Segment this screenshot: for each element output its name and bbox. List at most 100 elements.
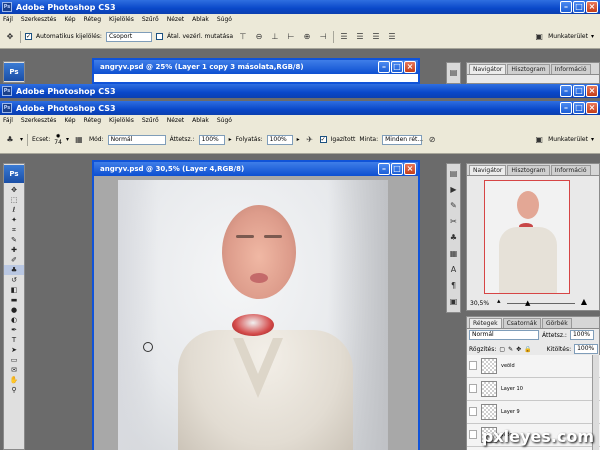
tool-presets-icon[interactable]: ✂ bbox=[447, 215, 460, 228]
tab-histogram[interactable]: Hisztogram bbox=[507, 64, 550, 74]
menu-edit[interactable]: Szerkesztés bbox=[21, 117, 57, 124]
healing-brush-icon[interactable]: ✚ bbox=[4, 245, 24, 255]
menu-layer[interactable]: Réteg bbox=[84, 117, 101, 124]
menu-select[interactable]: Kijelölés bbox=[109, 117, 134, 124]
brush-tool-icon[interactable]: ✐ bbox=[4, 255, 24, 265]
menu-window[interactable]: Ablak bbox=[192, 117, 209, 124]
path-select-icon[interactable]: ➤ bbox=[4, 345, 24, 355]
zoom-thumb[interactable]: ▲ bbox=[525, 299, 530, 307]
sample-dropdown[interactable]: Minden rét... bbox=[382, 134, 423, 145]
menu-file[interactable]: Fájl bbox=[3, 117, 13, 124]
shape-tool-icon[interactable]: ▭ bbox=[4, 355, 24, 365]
eyedropper-icon[interactable]: ✎ bbox=[4, 235, 24, 245]
move-tool-icon[interactable]: ✥ bbox=[4, 185, 24, 195]
auto-select-checkbox[interactable]: ✓ bbox=[25, 33, 32, 40]
tab-channels[interactable]: Csatornák bbox=[502, 318, 541, 328]
zoom-track[interactable] bbox=[507, 303, 575, 304]
minimize-icon[interactable]: – bbox=[560, 102, 572, 114]
menu-edit[interactable]: Szerkesztés bbox=[21, 16, 57, 23]
workspace-switcher[interactable]: ▣ Munkaterület ▾ bbox=[533, 134, 594, 145]
airbrush-icon[interactable]: ✈ bbox=[304, 134, 316, 145]
swatches-panel-icon[interactable]: ▦ bbox=[447, 247, 460, 260]
align-left-icon[interactable]: ⊢ bbox=[285, 31, 297, 42]
clone-stamp-tool-icon[interactable]: ♣ bbox=[4, 134, 16, 145]
clone-stamp-icon[interactable]: ♣ bbox=[4, 265, 24, 275]
mode-dropdown[interactable]: Normál bbox=[107, 134, 166, 145]
document-canvas-image[interactable] bbox=[118, 180, 388, 450]
distribute-icon[interactable]: ☰ bbox=[354, 31, 366, 42]
align-middle-icon[interactable]: ⊖ bbox=[253, 31, 265, 42]
layer-row[interactable]: Layer 10 bbox=[467, 378, 600, 401]
paragraph-panel-icon[interactable]: ¶ bbox=[447, 279, 460, 292]
type-tool-icon[interactable]: T bbox=[4, 335, 24, 345]
notes-tool-icon[interactable]: ✉ bbox=[4, 365, 24, 375]
visibility-toggle[interactable] bbox=[469, 407, 477, 416]
minimize-icon[interactable]: – bbox=[560, 1, 572, 13]
back-title-bar[interactable]: Ps Adobe Photoshop CS3 – □ × bbox=[0, 0, 600, 14]
menu-image[interactable]: Kép bbox=[64, 117, 75, 124]
character-panel-icon[interactable]: A bbox=[447, 263, 460, 276]
back-workspace[interactable]: ▣ Munkaterület ▾ bbox=[533, 31, 594, 42]
zoom-tool-icon[interactable]: ⚲ bbox=[4, 385, 24, 395]
menu-help[interactable]: Súgó bbox=[217, 16, 232, 23]
chevron-right-icon[interactable]: ▸ bbox=[297, 136, 300, 143]
opacity-field[interactable]: 100% bbox=[198, 134, 225, 145]
history-panel-icon[interactable]: ▤ bbox=[447, 167, 460, 180]
menu-select[interactable]: Kijelölés bbox=[109, 16, 134, 23]
lasso-tool-icon[interactable]: ℓ bbox=[4, 205, 24, 215]
menu-layer[interactable]: Réteg bbox=[84, 16, 101, 23]
hand-tool-icon[interactable]: ✋ bbox=[4, 375, 24, 385]
align-center-icon[interactable]: ⊕ bbox=[301, 31, 313, 42]
minimize-icon[interactable]: – bbox=[378, 61, 390, 73]
zoom-slider[interactable]: ▴ ▲ ▲ bbox=[497, 297, 587, 307]
close-icon[interactable]: × bbox=[586, 1, 598, 13]
align-top-icon[interactable]: ⊤ bbox=[237, 31, 249, 42]
layer-row[interactable]: Layer 9 bbox=[467, 401, 600, 424]
maximize-icon[interactable]: □ bbox=[573, 102, 585, 114]
close-icon[interactable]: × bbox=[404, 163, 416, 175]
ignore-adjustments-icon[interactable]: ⊘ bbox=[426, 134, 438, 145]
app-title-bar[interactable]: Ps Adobe Photoshop CS3 – □ × bbox=[0, 101, 600, 115]
menu-window[interactable]: Ablak bbox=[192, 16, 209, 23]
distribute-icon[interactable]: ☰ bbox=[338, 31, 350, 42]
tab-navigator[interactable]: Navigátor bbox=[469, 165, 507, 175]
toggle-brushes-icon[interactable]: ▦ bbox=[73, 134, 85, 145]
tab-curves[interactable]: Görbék bbox=[541, 318, 572, 328]
magic-wand-icon[interactable]: ✦ bbox=[4, 215, 24, 225]
chevron-right-icon[interactable]: ▸ bbox=[229, 136, 232, 143]
lock-position-icon[interactable]: ✥ bbox=[516, 346, 521, 353]
history-brush-icon[interactable]: ↺ bbox=[4, 275, 24, 285]
zoom-in-icon[interactable]: ▲ bbox=[581, 297, 587, 306]
layer-row[interactable]: veöld bbox=[467, 355, 600, 378]
tab-navigator[interactable]: Navigátor bbox=[469, 64, 507, 74]
brushes-panel-icon[interactable]: ✎ bbox=[447, 199, 460, 212]
menu-filter[interactable]: Szűrő bbox=[142, 117, 159, 124]
tab-layers[interactable]: Rétegek bbox=[469, 318, 502, 328]
distribute-icon[interactable]: ☰ bbox=[386, 31, 398, 42]
minimize-icon[interactable]: – bbox=[378, 163, 390, 175]
chevron-down-icon[interactable]: ▾ bbox=[66, 136, 69, 143]
panel-icon[interactable]: ▤ bbox=[447, 66, 460, 79]
eraser-icon[interactable]: ◧ bbox=[4, 285, 24, 295]
move-tool-icon[interactable]: ✥ bbox=[4, 31, 16, 42]
gradient-tool-icon[interactable]: ▬ bbox=[4, 295, 24, 305]
flow-field[interactable]: 100% bbox=[266, 134, 293, 145]
fill-field[interactable]: 100% bbox=[574, 344, 599, 354]
lock-transparency-icon[interactable]: ▢ bbox=[499, 346, 505, 353]
brush-preset-picker[interactable]: ✹ 74 bbox=[54, 133, 62, 146]
menu-view[interactable]: Nézet bbox=[167, 117, 184, 124]
document-title-bar[interactable]: angryv.psd @ 30,5% (Layer 4,RGB/8) – □ × bbox=[94, 162, 418, 176]
menu-view[interactable]: Nézet bbox=[167, 16, 184, 23]
lock-pixels-icon[interactable]: ✎ bbox=[508, 346, 513, 353]
lock-all-icon[interactable]: 🔒 bbox=[524, 346, 531, 353]
menu-file[interactable]: Fájl bbox=[3, 16, 13, 23]
blend-mode-dropdown[interactable]: Normál bbox=[469, 330, 539, 340]
menu-help[interactable]: Súgó bbox=[217, 117, 232, 124]
marquee-tool-icon[interactable]: ⬚ bbox=[4, 195, 24, 205]
zoom-value[interactable]: 30,5% bbox=[470, 300, 489, 307]
maximize-icon[interactable]: □ bbox=[573, 1, 585, 13]
menu-filter[interactable]: Szűrő bbox=[142, 16, 159, 23]
crop-tool-icon[interactable]: ⌗ bbox=[4, 225, 24, 235]
maximize-icon[interactable]: □ bbox=[391, 61, 403, 73]
visibility-toggle[interactable] bbox=[469, 430, 477, 439]
